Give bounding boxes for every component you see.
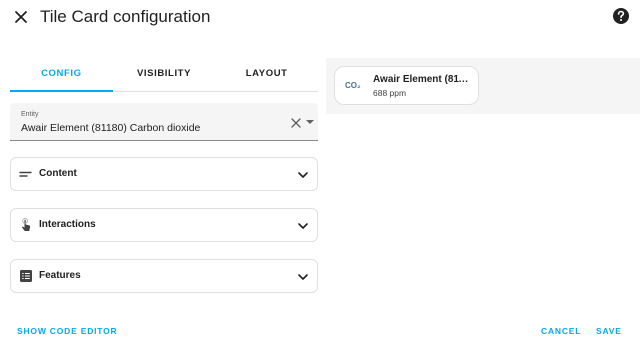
cancel-button[interactable]: CANCEL (541, 326, 581, 336)
tile-card-name: Awair Element (81180) Carbon dioxide (373, 74, 473, 85)
section-features[interactable]: Features (10, 259, 318, 293)
tab-config[interactable]: CONFIG (10, 62, 113, 92)
tab-layout[interactable]: LAYOUT (215, 62, 318, 91)
section-content-label: Content (39, 168, 77, 179)
list-box-icon (20, 270, 32, 282)
close-icon (15, 11, 27, 23)
help-icon[interactable] (612, 7, 630, 25)
section-content[interactable]: Content (10, 157, 318, 191)
dialog-header: Tile Card configuration (0, 0, 640, 36)
tile-card-preview[interactable]: CO₂ Awair Element (81180) Carbon dioxide… (334, 66, 479, 105)
co2-icon: CO₂ (345, 81, 361, 90)
text-lines-icon (19, 171, 32, 177)
tab-bar: CONFIG VISIBILITY LAYOUT (10, 62, 318, 92)
chevron-down-icon (298, 274, 308, 280)
dialog-title: Tile Card configuration (40, 7, 211, 26)
section-interactions[interactable]: Interactions (10, 208, 318, 242)
clear-icon[interactable] (290, 117, 302, 129)
chevron-down-icon (298, 172, 308, 178)
entity-picker[interactable]: Entity Awair Element (81180) Carbon diox… (10, 103, 318, 141)
dropdown-arrow-icon[interactable] (306, 120, 314, 124)
tab-visibility[interactable]: VISIBILITY (113, 62, 216, 91)
touch-hand-icon (22, 218, 31, 231)
chevron-down-icon (298, 223, 308, 229)
tile-card-state: 688 ppm (373, 88, 407, 98)
show-code-editor-button[interactable]: SHOW CODE EDITOR (17, 326, 117, 336)
close-button[interactable] (10, 6, 32, 28)
save-button[interactable]: SAVE (596, 326, 622, 336)
entity-field-label: Entity (21, 111, 39, 118)
section-features-label: Features (39, 270, 81, 281)
section-interactions-label: Interactions (39, 219, 96, 230)
entity-field-value: Awair Element (81180) Carbon dioxide (21, 122, 201, 134)
